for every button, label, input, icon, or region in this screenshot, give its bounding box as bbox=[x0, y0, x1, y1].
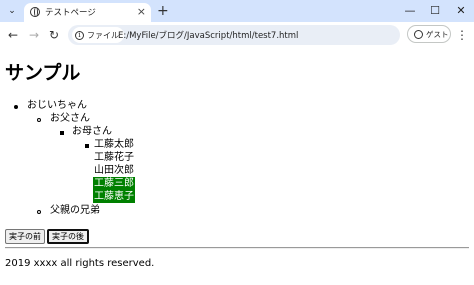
list-item-child: 山田次郎 bbox=[94, 165, 134, 176]
list-bullet bbox=[60, 131, 64, 135]
tab-title: テストページ bbox=[45, 8, 96, 18]
new-tab-button[interactable]: + bbox=[157, 3, 169, 19]
list-item-mother: お母さん bbox=[72, 126, 112, 137]
forward-button[interactable]: → bbox=[26, 27, 42, 43]
insert-before-button[interactable]: 実子の前 bbox=[5, 229, 45, 244]
list-bullet bbox=[85, 144, 89, 148]
url-text[interactable]: E:/MyFile/ブログ/JavaScript/html/test7.html bbox=[118, 29, 298, 41]
list-item-child-highlighted: 工藤恵子 bbox=[93, 190, 135, 203]
reload-button[interactable]: ↻ bbox=[46, 27, 62, 43]
list-item-uncle: 父親の兄弟 bbox=[50, 205, 100, 216]
page-content: サンプル おじいちゃん お父さん お母さん 工藤太郎 工藤花子 山田次郎 工藤三… bbox=[0, 48, 474, 285]
minimize-button[interactable]: — bbox=[400, 2, 420, 19]
list-item-grandfather: おじいちゃん bbox=[27, 100, 87, 111]
close-window-button[interactable]: ✕ bbox=[451, 2, 471, 19]
address-bar[interactable]: i ファイル E:/MyFile/ブログ/JavaScript/html/tes… bbox=[68, 25, 400, 45]
insert-after-button[interactable]: 実子の後 bbox=[47, 229, 89, 244]
list-item-child: 工藤花子 bbox=[94, 152, 134, 163]
navigation-bar: ← → ↻ i ファイル E:/MyFile/ブログ/JavaScript/ht… bbox=[0, 22, 474, 48]
globe-icon bbox=[30, 7, 40, 17]
person-icon bbox=[414, 29, 423, 39]
guest-label: ゲスト bbox=[426, 29, 449, 39]
divider bbox=[5, 247, 469, 249]
maximize-button[interactable]: ☐ bbox=[425, 2, 445, 19]
list-bullet bbox=[14, 105, 18, 109]
site-info-chip[interactable]: i ファイル bbox=[72, 27, 124, 43]
info-icon: i bbox=[75, 30, 84, 40]
menu-icon[interactable]: ⋮ bbox=[456, 27, 468, 43]
list-bullet bbox=[37, 118, 41, 122]
page-heading: サンプル bbox=[5, 62, 81, 84]
tab-close-icon[interactable]: × bbox=[137, 5, 146, 19]
list-item-child-highlighted: 工藤三郎 bbox=[93, 177, 135, 190]
tab-test-page[interactable]: テストページ × bbox=[24, 3, 151, 22]
back-button[interactable]: ← bbox=[5, 27, 21, 43]
tab-strip: ⌄ テストページ × + — ☐ ✕ bbox=[0, 0, 474, 22]
site-info-label: ファイル bbox=[87, 30, 119, 40]
list-item-child: 工藤太郎 bbox=[94, 139, 134, 150]
footer-text: 2019 xxxx all rights reserved. bbox=[5, 258, 155, 269]
guest-profile-button[interactable]: ゲスト bbox=[407, 25, 451, 43]
tab-search-dropdown-icon[interactable]: ⌄ bbox=[4, 4, 20, 18]
list-bullet bbox=[37, 210, 41, 214]
list-item-father: お父さん bbox=[50, 113, 90, 124]
